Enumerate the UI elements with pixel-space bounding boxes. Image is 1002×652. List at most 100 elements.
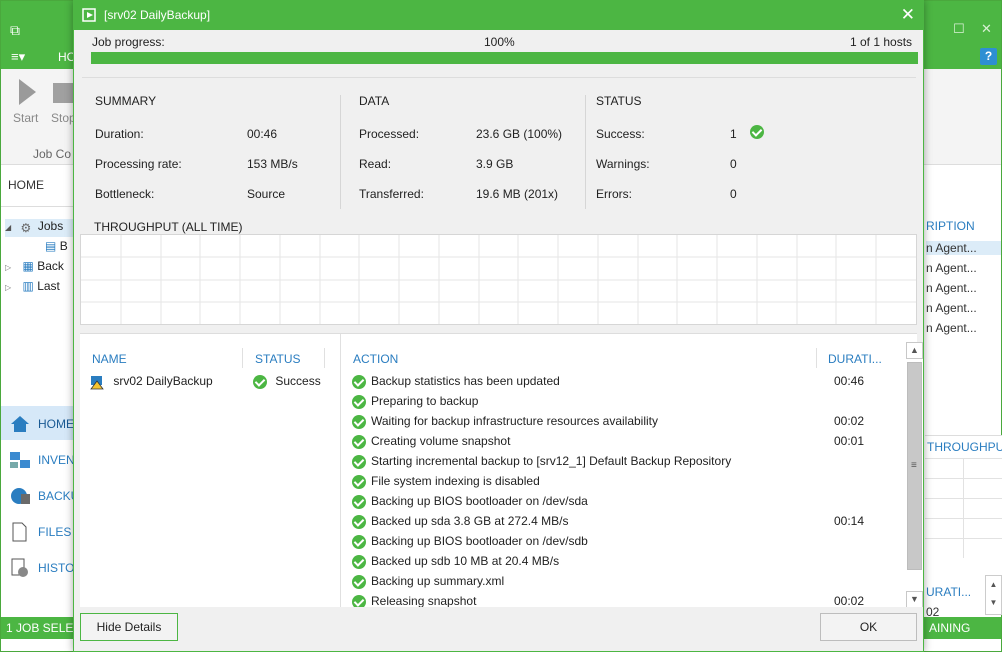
processing-rate-label: Processing rate: xyxy=(95,157,182,171)
tree-item-jobs[interactable]: ◢ ⚙ Jobs xyxy=(5,219,77,237)
expand-icon[interactable]: ▷ xyxy=(5,263,11,272)
tree-item-label: Back xyxy=(37,259,64,273)
column-header-status[interactable]: STATUS xyxy=(255,352,301,366)
dialog-title: [srv02 DailyBackup] xyxy=(104,8,211,22)
expand-icon[interactable]: ▷ xyxy=(5,283,11,292)
action-text: Backing up BIOS bootloader on /dev/sda xyxy=(371,494,588,508)
read-label: Read: xyxy=(359,157,392,171)
collapse-icon[interactable]: ◢ xyxy=(5,223,11,232)
action-text: Creating volume snapshot xyxy=(371,434,511,448)
action-duration: 00:01 xyxy=(834,434,865,448)
action-row[interactable]: Waiting for backup infrastructure resour… xyxy=(352,414,658,434)
nav-item-files[interactable]: FILES xyxy=(1,514,76,548)
table-cell[interactable]: n Agent... xyxy=(926,281,977,295)
action-row[interactable]: Creating volume snapshot xyxy=(352,434,510,454)
column-header-description[interactable]: RIPTION xyxy=(926,219,975,233)
action-text: Backed up sdb 10 MB at 20.4 MB/s xyxy=(371,554,560,568)
bottleneck-value: Source xyxy=(247,187,286,201)
divider xyxy=(816,348,817,368)
nav-label: FILES xyxy=(38,525,72,539)
stop-button[interactable]: Stop xyxy=(51,111,76,125)
action-row[interactable]: Backing up BIOS bootloader on /dev/sda xyxy=(352,494,588,514)
close-icon[interactable]: ✕ xyxy=(901,5,915,25)
grip-icon: ≡ xyxy=(911,460,917,471)
scroll-down-icon[interactable]: ▼ xyxy=(906,591,923,608)
tree-item-last[interactable]: ▷ ▥ Last xyxy=(5,279,60,293)
success-check-icon xyxy=(352,494,366,509)
success-value: 1 xyxy=(730,127,737,141)
action-row[interactable]: Preparing to backup xyxy=(352,394,478,414)
vm-status-text: Success xyxy=(275,374,321,388)
divider xyxy=(340,95,341,209)
tree-item-label: B xyxy=(59,239,68,253)
column-header-name[interactable]: NAME xyxy=(92,352,127,366)
vm-name: srv02 DailyBackup xyxy=(113,374,213,388)
action-row[interactable]: Backed up sda 3.8 GB at 272.4 MB/s xyxy=(352,514,568,534)
success-check-icon xyxy=(352,554,366,569)
success-check-icon xyxy=(352,374,366,389)
action-row[interactable]: Backing up summary.xml xyxy=(352,574,504,594)
start-icon[interactable] xyxy=(19,79,36,105)
success-check-icon xyxy=(352,414,366,429)
nav-item-inventory[interactable]: INVENT xyxy=(1,442,82,476)
table-cell[interactable]: n Agent... xyxy=(926,321,977,335)
action-row[interactable]: Backing up BIOS bootloader on /dev/sdb xyxy=(352,534,588,554)
action-text: Backing up summary.xml xyxy=(371,574,505,588)
nav-item-history[interactable]: HISTO xyxy=(1,550,76,584)
success-check-icon xyxy=(352,434,366,449)
column-header-duration[interactable]: DURATI... xyxy=(828,352,882,366)
data-title: DATA xyxy=(359,94,390,108)
files-icon xyxy=(9,522,31,542)
close-icon[interactable]: ✕ xyxy=(981,21,992,37)
success-check-icon xyxy=(253,374,267,389)
summary-title: SUMMARY xyxy=(95,94,157,108)
scroll-up-icon[interactable]: ▲ xyxy=(906,342,923,359)
throughput-chart xyxy=(80,234,917,325)
job-progress-bar xyxy=(91,52,918,64)
table-cell[interactable]: n Agent... xyxy=(926,261,977,275)
nav-item-home[interactable]: HOME xyxy=(1,406,76,440)
tree-item-job[interactable]: ▤ B xyxy=(45,239,68,253)
scrollbar[interactable]: ▲ ▼ xyxy=(985,575,1002,615)
tree-item-label: Last xyxy=(37,279,60,293)
divider xyxy=(82,77,916,78)
column-header-action[interactable]: ACTION xyxy=(353,352,398,366)
throughput-grid xyxy=(81,235,916,324)
action-scrollbar[interactable]: ▲ ≡ ▼ xyxy=(906,342,923,608)
history-icon xyxy=(9,558,31,578)
tree-item-label: Jobs xyxy=(37,219,64,233)
start-button[interactable]: Start xyxy=(13,111,38,125)
main-menu-button[interactable]: ≡▾ xyxy=(11,49,25,65)
action-text: Starting incremental backup to [srv12_1]… xyxy=(371,454,732,468)
progress-fill xyxy=(91,52,918,64)
tree-item-backups[interactable]: ▷ ▦ Back xyxy=(5,259,64,273)
vm-row[interactable]: srv02 DailyBackup xyxy=(90,374,213,390)
action-row[interactable]: Backup statistics has been updated xyxy=(352,374,560,394)
last-24-hours-icon: ▥ xyxy=(22,279,34,293)
action-text: Preparing to backup xyxy=(371,394,479,408)
help-icon[interactable]: ? xyxy=(980,48,997,65)
maximize-icon[interactable]: ☐ xyxy=(953,21,965,37)
nav-item-backups[interactable]: BACKU xyxy=(1,478,79,512)
duration-label: Duration: xyxy=(95,127,144,141)
action-row[interactable]: Backed up sdb 10 MB at 20.4 MB/s xyxy=(352,554,559,574)
stop-icon[interactable] xyxy=(53,83,75,103)
table-cell[interactable]: n Agent... xyxy=(926,241,1001,255)
bottleneck-label: Bottleneck: xyxy=(95,187,155,201)
ok-button[interactable]: OK xyxy=(820,613,917,641)
transferred-value: 19.6 MB (201x) xyxy=(476,187,559,201)
scroll-thumb[interactable]: ≡ xyxy=(907,362,922,570)
action-row[interactable]: File system indexing is disabled xyxy=(352,474,540,494)
processed-value: 23.6 GB (100%) xyxy=(476,127,563,141)
table-cell[interactable]: n Agent... xyxy=(926,301,977,315)
action-text: Backed up sda 3.8 GB at 272.4 MB/s xyxy=(371,514,569,528)
nav-label: HOME xyxy=(38,417,74,431)
success-label: Success: xyxy=(596,127,645,141)
action-row[interactable]: Starting incremental backup to [srv12_1]… xyxy=(352,454,731,474)
column-header-duration[interactable]: URATI... xyxy=(926,585,971,599)
hide-details-button[interactable]: Hide Details xyxy=(80,613,178,641)
divider xyxy=(242,348,243,368)
nav-label: HISTO xyxy=(38,561,75,575)
success-check-icon xyxy=(352,534,366,549)
progress-label: Job progress: xyxy=(92,35,165,49)
